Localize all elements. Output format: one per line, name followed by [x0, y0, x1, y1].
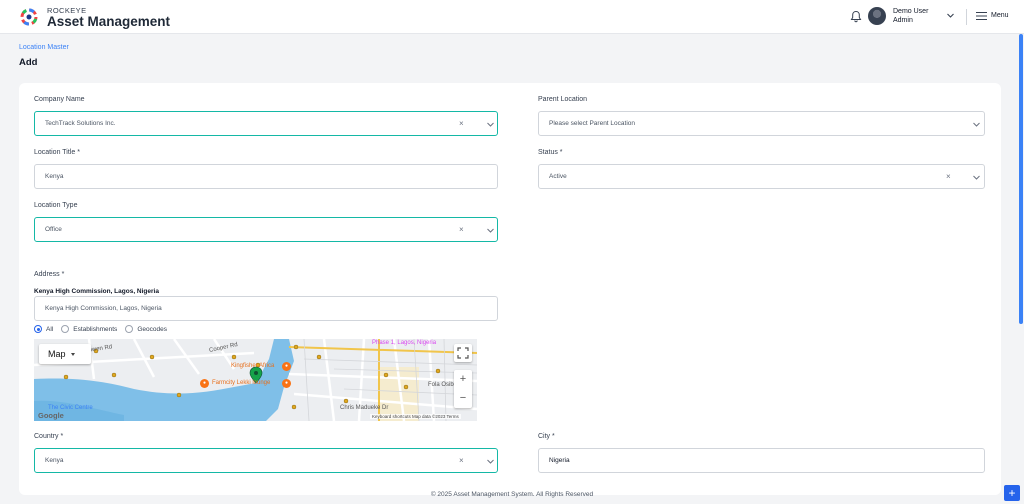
chevron-down-icon[interactable] — [486, 226, 495, 235]
map-type-label: Map — [48, 349, 66, 359]
fullscreen-icon — [457, 347, 469, 359]
app-logo-icon — [20, 8, 38, 26]
map-label-chris: Chris Madueke Dr — [340, 405, 389, 411]
zoom-controls: + − — [454, 370, 472, 408]
location-type-label: Location Type — [34, 202, 78, 209]
filter-geocodes[interactable]: Geocodes — [125, 325, 167, 333]
chevron-down-icon[interactable] — [486, 457, 495, 466]
filter-establishments[interactable]: Establishments — [61, 325, 117, 333]
fullscreen-button[interactable] — [454, 344, 472, 362]
footer-text: © 2025 Asset Management System. All Righ… — [430, 491, 594, 498]
map-attribution[interactable]: Keyboard shortcuts Map data ©2023 Terms — [370, 414, 461, 419]
company-name-value: TechTrack Solutions Inc. — [45, 120, 116, 127]
location-map[interactable]: Mekunwen Rd Cooper Rd Kingfisher Africa … — [34, 339, 477, 421]
zoom-out-button[interactable]: − — [454, 389, 472, 408]
clear-icon[interactable]: × — [946, 172, 951, 181]
filter-all-label: All — [46, 325, 54, 333]
country-value: Kenya — [45, 457, 64, 464]
google-logo: Google — [38, 411, 64, 420]
caret-down-icon — [70, 352, 75, 356]
status-label: Status * — [538, 149, 563, 156]
clear-icon[interactable]: × — [459, 456, 464, 465]
filter-all[interactable]: All — [34, 325, 53, 333]
status-value: Active — [549, 173, 567, 180]
page-title: Add — [19, 57, 38, 68]
radio-establishments[interactable] — [61, 325, 70, 333]
user-name[interactable]: Demo User — [893, 8, 928, 15]
header-divider — [966, 9, 967, 25]
location-title-label: Location Title * — [34, 149, 80, 156]
chevron-down-icon[interactable] — [972, 120, 981, 129]
address-filter-group: All Establishments Geocodes — [34, 325, 175, 333]
company-name-select[interactable]: TechTrack Solutions Inc. × — [34, 111, 498, 136]
clear-icon[interactable]: × — [459, 119, 464, 128]
clear-icon[interactable]: × — [459, 225, 464, 234]
chevron-down-icon[interactable] — [972, 173, 981, 182]
location-title-input[interactable]: Kenya — [34, 164, 498, 189]
page-scrollbar[interactable] — [1019, 34, 1023, 324]
selected-address: Kenya High Commission, Lagos, Nigeria — [34, 288, 159, 295]
chevron-down-icon[interactable] — [946, 11, 955, 20]
hamburger-menu-icon[interactable] — [976, 11, 987, 21]
chevron-down-icon[interactable] — [486, 120, 495, 129]
address-search-input[interactable]: Kenya High Commission, Lagos, Nigeria — [34, 296, 498, 321]
restaurant-icon[interactable]: ● — [282, 379, 291, 388]
map-type-button[interactable]: Map — [39, 344, 91, 364]
add-button[interactable]: + — [1004, 485, 1020, 501]
map-label-kingfisher: Kingfisher Africa — [231, 363, 275, 369]
map-label-farmcity: Farmcity Lekki lounge — [212, 380, 271, 386]
parent-location-label: Parent Location — [538, 96, 588, 103]
avatar[interactable] — [868, 7, 886, 25]
notification-bell-icon[interactable] — [850, 10, 862, 23]
radio-geocodes[interactable] — [125, 325, 134, 333]
form-card — [19, 83, 1001, 495]
company-name-label: Company Name — [34, 96, 85, 103]
map-label-phase: Phase 1, Lagos, Nigeria — [372, 340, 437, 346]
zoom-in-button[interactable]: + — [454, 370, 472, 389]
city-value: Nigeria — [549, 457, 570, 464]
country-label: Country * — [34, 433, 64, 440]
filter-establishments-label: Establishments — [73, 325, 118, 333]
radio-all[interactable] — [34, 325, 42, 333]
menu-button[interactable]: Menu — [991, 12, 1009, 19]
address-label: Address * — [34, 271, 65, 278]
city-label: City * — [538, 433, 555, 440]
filter-geocodes-label: Geocodes — [137, 325, 167, 333]
restaurant-icon[interactable]: ● — [282, 362, 291, 371]
city-input[interactable]: Nigeria — [538, 448, 985, 473]
location-title-value: Kenya — [45, 173, 64, 180]
restaurant-icon[interactable]: ● — [200, 379, 209, 388]
parent-location-placeholder: Please select Parent Location — [549, 120, 635, 127]
breadcrumb[interactable]: Location Master — [19, 44, 69, 51]
status-select[interactable]: Active × — [538, 164, 985, 189]
top-header: ROCKEYE Asset Management Demo User Admin… — [0, 0, 1024, 34]
map-label-fola: Fola Osibo — [428, 382, 458, 388]
parent-location-select[interactable]: Please select Parent Location — [538, 111, 985, 136]
brand-title: Asset Management — [47, 14, 171, 29]
user-role: Admin — [893, 17, 913, 24]
location-type-select[interactable]: Office × — [34, 217, 498, 242]
address-value: Kenya High Commission, Lagos, Nigeria — [45, 305, 162, 312]
country-select[interactable]: Kenya × — [34, 448, 498, 473]
location-type-value: Office — [45, 226, 62, 233]
